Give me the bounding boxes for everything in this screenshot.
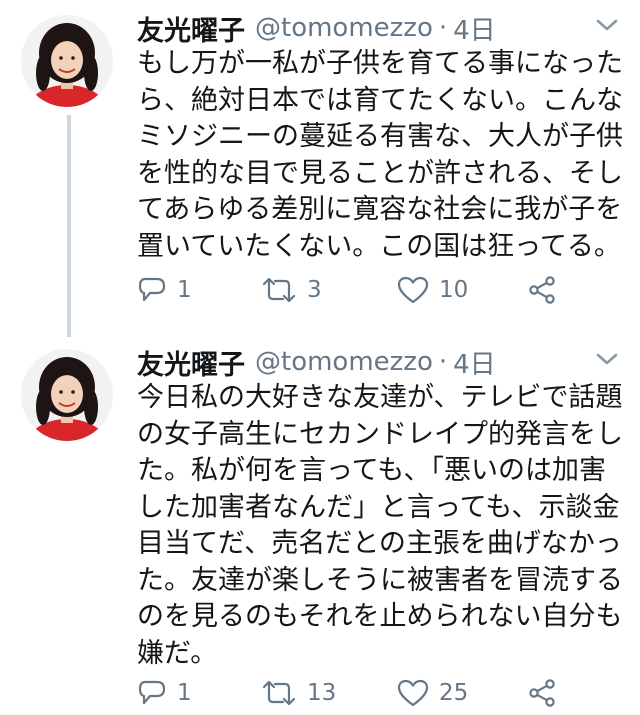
retweet-icon [262, 680, 296, 706]
separator-dot: · [438, 13, 448, 43]
like-button[interactable]: 25 [397, 673, 468, 713]
tweet-text-line: ら、絶対日本では育てたくない。こんな [137, 84, 623, 116]
retweet-count: 13 [307, 680, 337, 706]
user-handle[interactable]: @tomomezzo [255, 13, 433, 43]
timestamp[interactable]: 4日 [453, 344, 496, 381]
tweet-text-line: た。友達が楽しそうに被害者を冒涜する [137, 564, 623, 596]
tweet-text-line: 今日私の大好きな友達が、テレビで話題 [137, 382, 623, 413]
reply-button[interactable]: 1 [137, 270, 192, 310]
tweet-text-line: 嫌だ。 [137, 637, 218, 669]
chevron-down-icon[interactable] [594, 350, 620, 368]
retweet-button[interactable]: 3 [261, 270, 322, 310]
tweet-text-line: もし万が一私が子供を育てる事になった [137, 48, 623, 79]
tweet-header: 友光曜子 @tomomezzo · 4日 [137, 342, 496, 382]
retweet-icon [262, 277, 296, 303]
share-icon [529, 679, 555, 707]
avatar[interactable] [21, 15, 113, 107]
share-button[interactable] [527, 673, 557, 713]
tweet-text: 今日私の大好きな友達が、テレビで話題 の女子高生にセカンドレイプ的発言をし た。… [137, 380, 623, 672]
tweet-text: もし万が一私が子供を育てる事になった ら、絶対日本では育てたくない。こんな ミソ… [137, 46, 623, 265]
share-icon [529, 276, 555, 304]
display-name[interactable]: 友光曜子 [137, 9, 245, 48]
tweet-actions: 1 13 25 [137, 673, 597, 713]
user-handle[interactable]: @tomomezzo [255, 347, 433, 377]
like-count: 25 [439, 680, 469, 706]
retweet-count: 3 [307, 277, 322, 303]
tweet-text-line: てあらゆる差別に寛容な社会に我が子を [137, 194, 623, 225]
tweet[interactable]: 友光曜子 @tomomezzo · 4日 もし万が一私が子供を育てる事になった … [0, 0, 640, 330]
tweet-actions: 1 3 10 [137, 270, 597, 310]
tweet-header: 友光曜子 @tomomezzo · 4日 [137, 8, 496, 48]
chevron-down-icon[interactable] [594, 16, 620, 34]
reply-count: 1 [177, 277, 192, 303]
tweet-text-line: を性的な目で見ることが許される、そし [137, 157, 623, 189]
like-icon [397, 679, 429, 707]
timestamp[interactable]: 4日 [453, 10, 496, 47]
separator-dot: · [438, 347, 448, 377]
reply-icon [138, 680, 166, 705]
share-button[interactable] [527, 270, 557, 310]
tweet-text-line: のを見るのもそれを止められない自分も [137, 601, 623, 632]
tweet-text-line: 置いていたくない。この国は狂ってる。 [137, 230, 621, 262]
tweet[interactable]: 友光曜子 @tomomezzo · 4日 今日私の大好きな友達が、テレビで話題 … [0, 337, 640, 715]
like-icon [397, 276, 429, 304]
reply-icon [138, 277, 166, 302]
display-name[interactable]: 友光曜子 [137, 343, 245, 382]
like-button[interactable]: 10 [397, 270, 468, 310]
tweet-text-line: ミソジニーの蔓延る有害な、大人が子供 [137, 121, 623, 152]
retweet-button[interactable]: 13 [261, 673, 336, 713]
avatar[interactable] [21, 349, 113, 441]
like-count: 10 [439, 277, 469, 303]
reply-button[interactable]: 1 [137, 673, 192, 713]
reply-count: 1 [177, 680, 192, 706]
tweet-text-line: した加害者なんだ」と言っても、示談金 [137, 491, 620, 523]
tweet-text-line: た。私が何を言っても、「悪いのは加害 [137, 455, 606, 486]
tweet-text-line: の女子高生にセカンドレイプ的発言をし [137, 418, 623, 450]
tweet-text-line: 目当てだ、売名だとの主張を曲げなかっ [137, 528, 622, 559]
